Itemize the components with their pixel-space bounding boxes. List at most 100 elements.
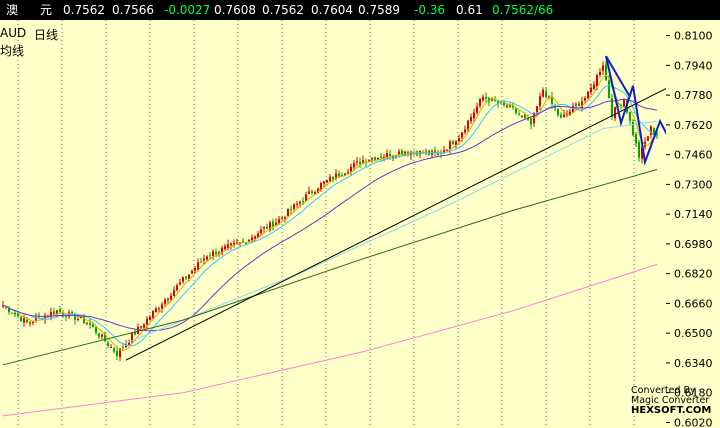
candle-body	[215, 252, 217, 255]
y-tick-label: 0.7620	[674, 119, 713, 132]
candle-body	[524, 114, 526, 119]
symbol-label: AUD	[0, 26, 27, 40]
candle-body	[11, 312, 13, 314]
quote-field-8: 0.7589	[358, 3, 400, 17]
quote-field-6: 0.7562	[262, 3, 304, 17]
candle-body	[89, 322, 91, 325]
candle-body	[65, 316, 67, 318]
quote-bar: 澳 元 0.7562 0.7566 -0.0027 0.7608 0.7562 0.7604 0…	[0, 0, 720, 20]
candle-body	[458, 138, 460, 141]
candle-body	[53, 311, 55, 315]
candle-body	[599, 72, 601, 76]
candle-body	[254, 236, 256, 239]
candle-body	[293, 204, 295, 209]
candle-body	[347, 172, 349, 174]
candle-body	[449, 141, 451, 150]
candle-body	[92, 324, 94, 328]
candle-body	[140, 326, 142, 328]
candle-body	[260, 229, 262, 234]
candle-body	[224, 246, 226, 250]
candle-body	[122, 346, 124, 348]
y-tick-label: 0.7460	[674, 149, 713, 162]
candle-body	[311, 191, 313, 193]
ma-line-ma10	[2, 84, 658, 347]
candle-body	[128, 342, 130, 345]
quote-field-4: -0.0027	[164, 3, 211, 17]
candle-body	[86, 322, 88, 324]
candle-body	[587, 91, 589, 99]
watermark: Converted By Magic Converter HEXSOFT.COM	[631, 386, 717, 416]
price-chart[interactable]	[0, 20, 666, 428]
candle-body	[212, 251, 214, 256]
candle-body	[101, 334, 103, 337]
price-axis: 0.8100 0.7940 0.7780 0.7620 0.7460 0.7300 0.71…	[666, 20, 720, 428]
candle-body	[464, 129, 466, 133]
candle-body	[98, 333, 100, 337]
candle-body	[338, 173, 340, 177]
period-label: 日线	[34, 28, 59, 42]
candle-body	[281, 217, 283, 219]
candle-body	[437, 153, 439, 155]
candle-body	[563, 114, 565, 118]
candle-body	[608, 80, 610, 99]
candle-body	[146, 318, 148, 325]
indicator-label: 均线	[0, 44, 25, 58]
candle-body	[461, 132, 463, 138]
quote-field-0: 澳	[6, 3, 19, 17]
candle-body	[623, 99, 625, 107]
candle-body	[467, 120, 469, 130]
candle-body	[200, 261, 202, 263]
candle-body	[170, 295, 172, 300]
candle-body	[116, 351, 118, 356]
y-tick-label: 0.6660	[674, 297, 713, 310]
candle-body	[29, 322, 31, 324]
y-tick-label: 0.8100	[674, 30, 713, 43]
candle-body	[596, 74, 598, 87]
candle-body	[356, 161, 358, 163]
quote-field-2: 0.7562	[63, 3, 105, 17]
candle-body	[182, 277, 184, 282]
quote-field-10: 0.61	[456, 3, 483, 17]
candle-body	[584, 98, 586, 101]
candle-body	[638, 142, 640, 158]
candle-body	[515, 108, 517, 114]
candle-body	[380, 156, 382, 159]
candle-body	[647, 136, 649, 141]
candle-body	[482, 96, 484, 101]
candle-body	[485, 96, 487, 99]
y-tick-label: 0.7780	[674, 89, 713, 102]
y-tick-label: 0.7140	[674, 208, 713, 221]
candle-body	[149, 316, 151, 320]
candle-body	[539, 96, 541, 106]
candle-body	[602, 65, 604, 71]
candle-body	[137, 326, 139, 335]
y-tick-label: 0.7940	[674, 59, 713, 72]
quote-field-9: -0.36	[414, 3, 446, 17]
candle-body	[230, 243, 232, 246]
candle-body	[209, 255, 211, 257]
candle-body	[242, 241, 244, 243]
candle-body	[287, 208, 289, 216]
candle-body	[473, 112, 475, 119]
candle-body	[152, 310, 154, 318]
candle-body	[521, 116, 523, 118]
candle-body	[143, 324, 145, 328]
candle-body	[332, 176, 334, 180]
candle-body	[77, 319, 79, 321]
candle-body	[557, 109, 559, 116]
candle-body	[479, 99, 481, 107]
candle-body	[14, 312, 16, 315]
y-tick-label: 0.6020	[674, 416, 713, 428]
candle-body	[359, 161, 361, 165]
candle-body	[164, 299, 166, 304]
quote-field-3: 0.7566	[112, 3, 154, 17]
candle-body	[185, 276, 187, 279]
y-tick-label: 0.6340	[674, 357, 713, 370]
candle-body	[635, 133, 637, 144]
candle-body	[191, 270, 193, 274]
candle-body	[26, 319, 28, 323]
candle-body	[476, 106, 478, 113]
candle-body	[290, 209, 292, 211]
candle-body	[272, 221, 274, 227]
candle-body	[578, 103, 580, 107]
